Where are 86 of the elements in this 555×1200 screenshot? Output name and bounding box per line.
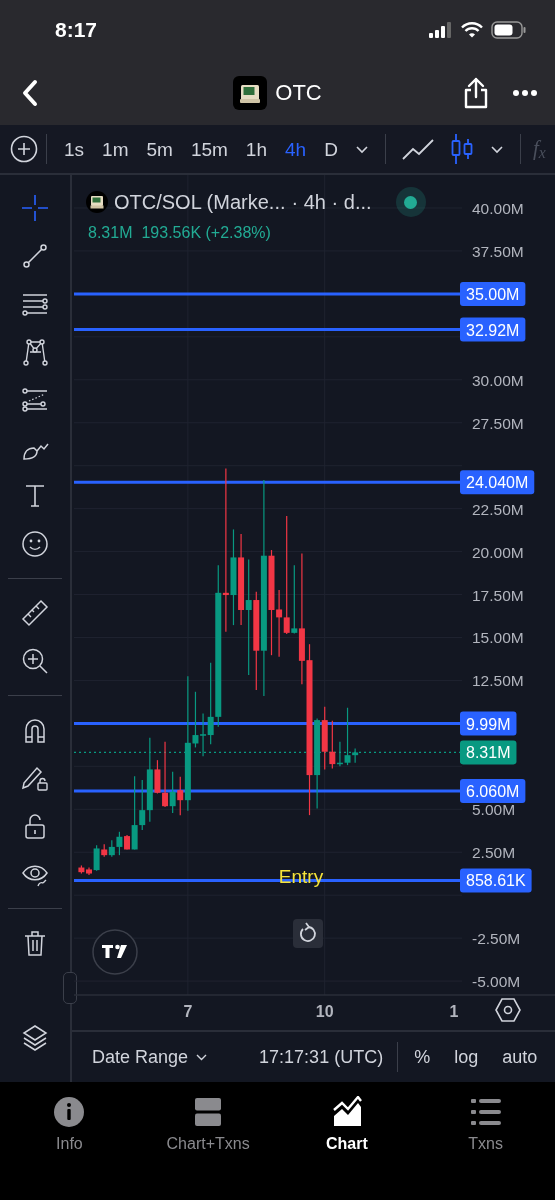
computer-icon xyxy=(233,75,268,110)
settings-icon[interactable] xyxy=(495,998,521,1022)
chevron-down-icon xyxy=(196,1053,208,1061)
ref-line-label: 858.61K xyxy=(466,872,526,890)
clock-time: 8:17 xyxy=(55,17,98,44)
price-value: 8.31M xyxy=(88,224,133,241)
bottom-tab[interactable]: Txns xyxy=(416,1096,555,1156)
bottom-tab[interactable]: Chart+Txns xyxy=(138,1096,278,1156)
price-axis-label: 12.50M xyxy=(472,672,524,690)
share-button[interactable] xyxy=(463,76,489,109)
smiley-icon xyxy=(21,530,49,558)
ref-line-label: 6.060M xyxy=(466,783,520,801)
timeframe-tab[interactable]: 1h xyxy=(236,139,276,159)
scale-option[interactable]: % xyxy=(414,1043,431,1071)
price-axis-label: 30.00M xyxy=(472,371,524,389)
price-axis-label: 22.50M xyxy=(472,500,524,518)
scale-option[interactable]: log xyxy=(454,1043,479,1071)
timeframe-tab[interactable]: 1s xyxy=(55,139,94,159)
price-axis-label: 17.50M xyxy=(472,586,524,604)
signal-icon xyxy=(429,22,453,38)
logo-icon xyxy=(92,929,138,975)
ref-line-label: 35.00M xyxy=(466,285,520,303)
token-title: OTC xyxy=(275,79,322,107)
utc-time: 17:17:31 (UTC) xyxy=(259,1045,384,1069)
pencil-lock-icon xyxy=(21,764,49,792)
price-label: 32.92M xyxy=(460,317,526,342)
price-axis-label: 15.00M xyxy=(472,629,524,647)
battery-icon xyxy=(491,21,527,39)
list-icon xyxy=(469,1096,502,1128)
chevron-down-icon xyxy=(489,144,504,154)
timeframe-tab[interactable]: D xyxy=(315,139,347,159)
price-axis-label: 40.00M xyxy=(472,200,524,217)
reset-button[interactable] xyxy=(293,919,323,948)
price-axis-label: 20.00M xyxy=(472,543,524,561)
time-axis-label: 1 xyxy=(449,1003,459,1020)
price-axis-label: -5.00M xyxy=(472,973,521,991)
ref-line-label: 8.31M xyxy=(466,744,511,762)
ref-line-label: 32.92M xyxy=(466,321,520,339)
layers-icon xyxy=(21,1023,49,1051)
timeframe-tab[interactable]: 4h xyxy=(276,139,316,159)
price-axis-label: -2.50M xyxy=(472,930,521,948)
info-icon xyxy=(53,1096,86,1128)
price-label: 9.99M xyxy=(460,711,517,736)
trend-line-icon xyxy=(21,242,49,270)
date-range-dropdown[interactable]: Date Range xyxy=(92,1043,208,1071)
timeframe-tab[interactable]: 15m xyxy=(181,139,237,159)
price-label: 858.61K xyxy=(460,868,532,893)
price-label: 24.040M xyxy=(460,470,535,495)
price-line[interactable] xyxy=(74,722,460,726)
symbol-name: OTC/SOL (Marke... xyxy=(114,190,286,215)
add-indicator-button[interactable] xyxy=(10,135,38,163)
zoom-in-icon xyxy=(21,647,49,675)
candlestick-icon xyxy=(449,133,474,165)
back-icon xyxy=(20,77,40,108)
interval-label: · 4h · d... xyxy=(291,190,372,215)
price-label: 6.060M xyxy=(460,779,526,804)
ruler-icon xyxy=(21,599,49,627)
wifi-icon xyxy=(461,22,483,38)
timeframe-tab[interactable]: 1m xyxy=(93,139,138,159)
ref-line-label: 9.99M xyxy=(466,715,511,733)
time-axis-label: 7 xyxy=(183,1003,193,1020)
share-icon xyxy=(463,76,489,109)
more-icon xyxy=(513,88,537,97)
scale-option[interactable]: auto xyxy=(502,1043,538,1071)
back-button[interactable] xyxy=(20,77,40,108)
computer-icon xyxy=(86,191,108,213)
price-axis-label: 2.50M xyxy=(472,844,516,862)
ref-line-label: 24.040M xyxy=(466,474,529,492)
timeframe-tab[interactable]: 5m xyxy=(137,139,182,159)
crosshair-icon xyxy=(21,194,49,222)
price-label: 8.31M xyxy=(460,740,517,765)
chevron-down-icon xyxy=(354,144,369,154)
price-axis-label: 5.00M xyxy=(472,801,516,819)
time-axis-label: 10 xyxy=(315,1003,334,1020)
collapse-handle[interactable] xyxy=(63,972,77,1004)
plus-circle-icon xyxy=(10,135,38,163)
price-axis-label: 27.50M xyxy=(472,414,524,432)
bottom-tab[interactable]: Chart xyxy=(277,1096,417,1156)
bottom-tab[interactable]: Info xyxy=(0,1096,139,1156)
line-chart-icon xyxy=(401,138,434,160)
price-change: 193.56K (+2.38%) xyxy=(141,224,271,241)
more-button[interactable] xyxy=(513,88,537,97)
price-axis-label: 37.50M xyxy=(472,242,524,260)
price-label: 35.00M xyxy=(460,281,526,306)
measure-lines-icon xyxy=(21,386,49,414)
pattern-icon xyxy=(21,338,49,366)
